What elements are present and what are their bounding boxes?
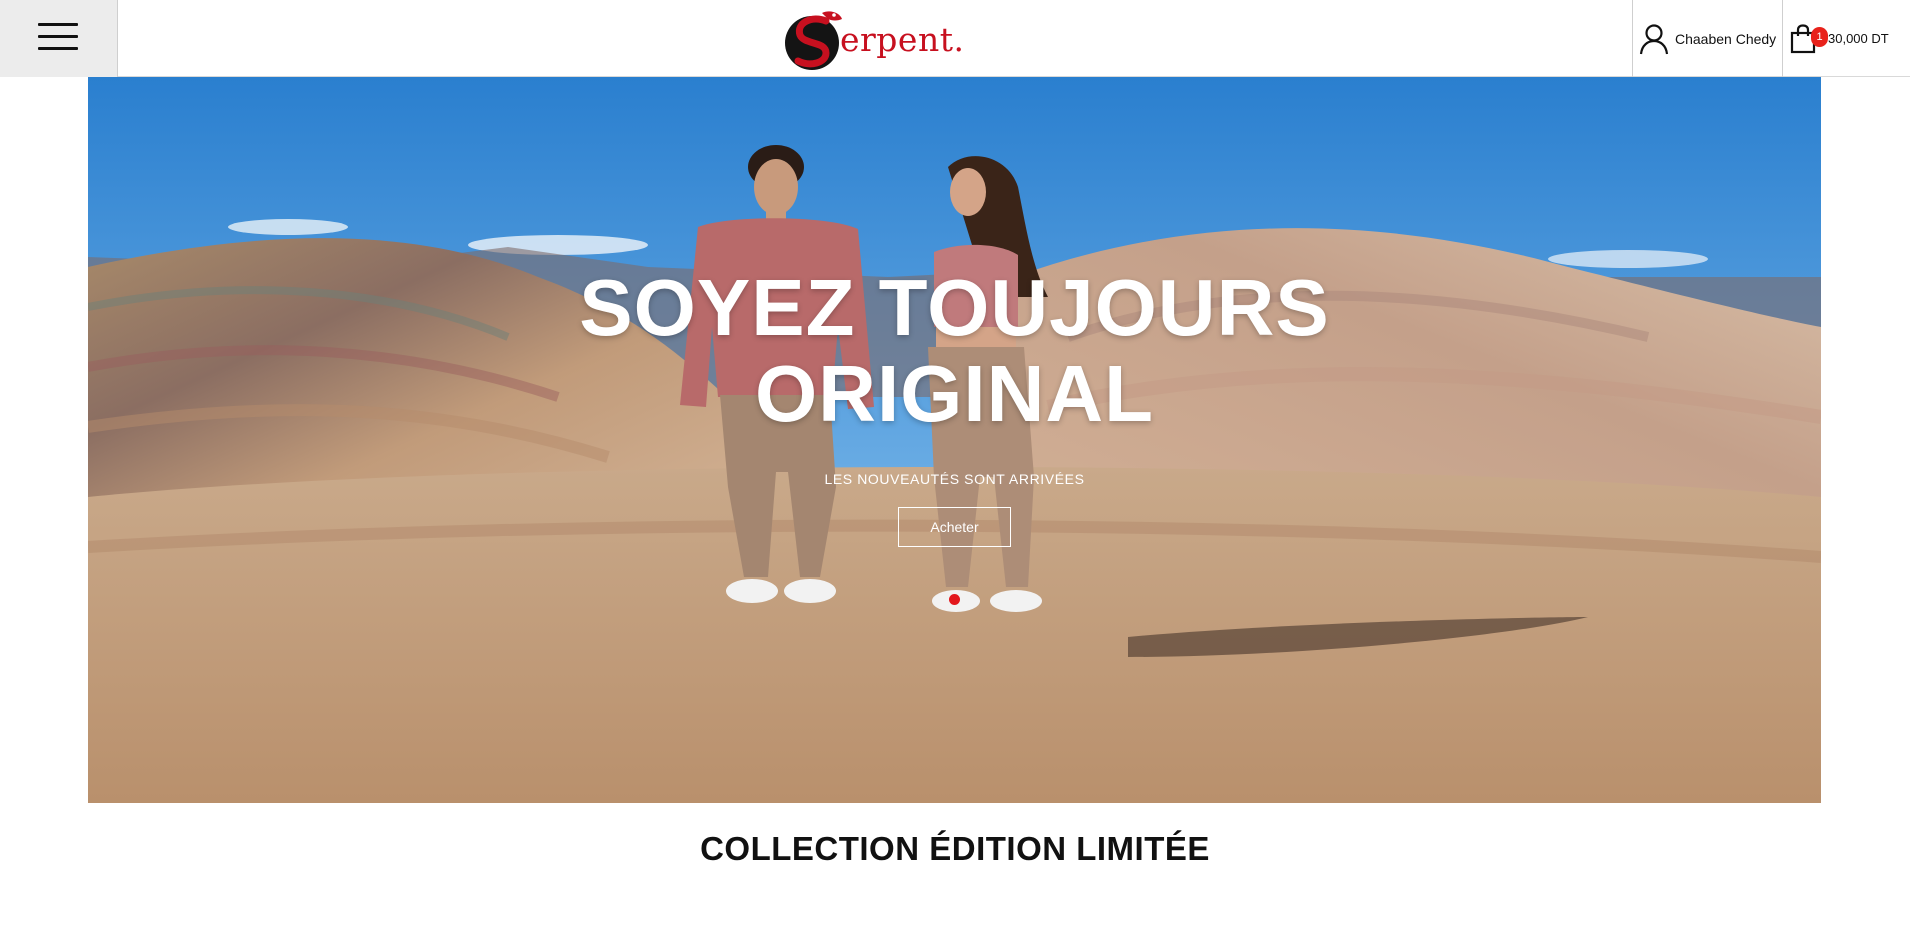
account-name: Chaaben Chedy xyxy=(1675,30,1777,47)
cart-link[interactable]: 1 30,000 DT xyxy=(1782,0,1910,77)
menu-button[interactable] xyxy=(0,0,118,77)
user-icon xyxy=(1639,23,1669,54)
hero-title-line1: SOYEZ TOUJOURS xyxy=(579,263,1330,352)
cart-count-badge: 1 xyxy=(1811,27,1828,47)
logo-text: erpent. xyxy=(840,19,965,59)
site-header: erpent. Chaaben Chedy 1 30,000 DT xyxy=(0,0,1910,77)
hero-banner: SOYEZ TOUJOURS ORIGINAL LES NOUVEAUTÉS S… xyxy=(88,77,1821,803)
section-title: COLLECTION ÉDITION LIMITÉE xyxy=(700,830,1210,867)
site-logo[interactable]: erpent. xyxy=(782,4,964,74)
hero-shop-button[interactable]: Acheter xyxy=(898,507,1011,547)
hero-subtitle: LES NOUVEAUTÉS SONT ARRIVÉES xyxy=(824,471,1085,487)
account-link[interactable]: Chaaben Chedy xyxy=(1632,0,1782,77)
cart-total: 30,000 DT xyxy=(1828,31,1889,46)
hamburger-menu-icon xyxy=(38,23,78,51)
serpent-s-emblem-icon xyxy=(785,11,842,70)
hero-background-image xyxy=(88,77,1821,803)
hero-title-line2: ORIGINAL xyxy=(754,349,1155,438)
slider-dot-active[interactable] xyxy=(949,594,960,605)
